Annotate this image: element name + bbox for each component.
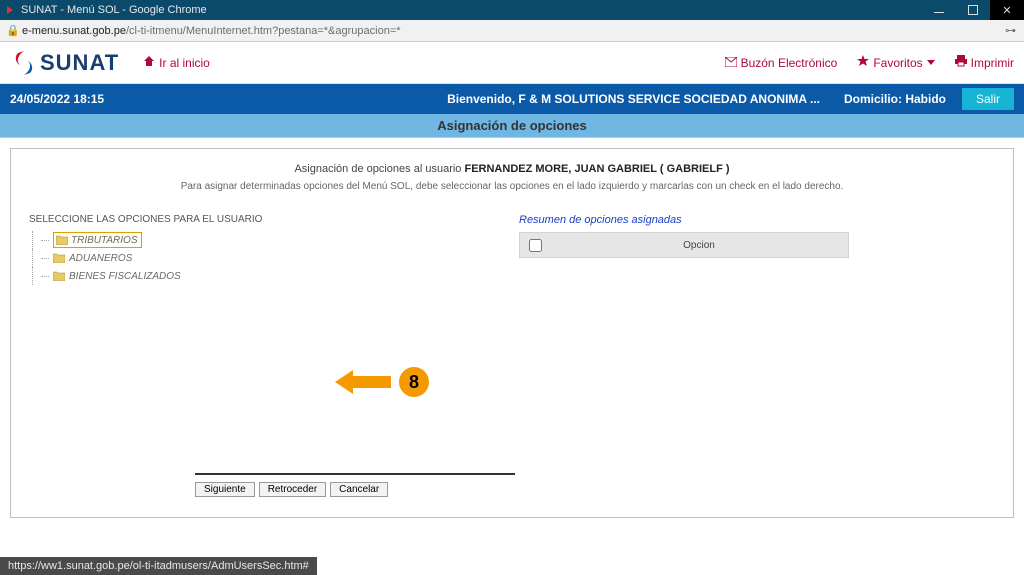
domicilio-status: Domicilio: Habido <box>844 92 946 106</box>
options-table-header: Opcion <box>520 233 848 257</box>
home-link-label: Ir al inicio <box>159 56 210 70</box>
star-icon <box>857 55 869 70</box>
divider <box>195 473 515 475</box>
tree-item-label: TRIBUTARIOS <box>71 235 137 246</box>
printer-icon <box>955 55 967 70</box>
imprimir-link[interactable]: Imprimir <box>955 55 1014 70</box>
assign-subtext: Para asignar determinadas opciones del M… <box>11 181 1013 192</box>
cancelar-button[interactable]: Cancelar <box>330 482 388 497</box>
folder-icon <box>53 253 65 263</box>
tree-item-tributarios[interactable]: TRIBUTARIOS <box>29 231 329 249</box>
salir-button[interactable]: Salir <box>962 88 1014 110</box>
chevron-down-icon <box>927 60 935 65</box>
buzon-label: Buzón Electrónico <box>741 56 838 70</box>
url-path: /cl-ti-itmenu/MenuInternet.htm?pestana=*… <box>126 25 401 37</box>
url-host: e-menu.sunat.gob.pe <box>22 25 126 37</box>
section-title: Asignación de opciones <box>437 118 587 133</box>
step-badge-number: 8 <box>409 372 419 393</box>
options-col-label: Opcion <box>550 240 848 251</box>
tree-item-label: ADUANEROS <box>69 253 132 264</box>
content-frame: Asignación de opciones al usuario FERNAN… <box>10 148 1014 518</box>
tree-item-aduaneros[interactable]: ADUANEROS <box>29 249 329 267</box>
right-column-title: Resumen de opciones asignadas <box>519 214 995 226</box>
welcome-message: Bienvenido, F & M SOLUTIONS SERVICE SOCI… <box>447 92 820 106</box>
window-minimize-button[interactable] <box>922 0 956 20</box>
sunat-logo-text: SUNAT <box>40 50 119 76</box>
assign-user: FERNANDEZ MORE, JUAN GABRIEL ( GABRIELF … <box>464 163 729 175</box>
buzon-link[interactable]: Buzón Electrónico <box>725 56 838 70</box>
imprimir-label: Imprimir <box>971 56 1014 70</box>
app-header: SUNAT Ir al inicio Buzón Electrónico Fav… <box>0 42 1024 84</box>
url-text: e-menu.sunat.gob.pe/cl-ti-itmenu/MenuInt… <box>22 25 1018 37</box>
status-link-preview: https://ww1.sunat.gob.pe/ol-ti-itadmuser… <box>0 557 317 575</box>
favoritos-dropdown[interactable]: Favoritos <box>857 55 934 70</box>
options-tree: TRIBUTARIOS ADUANEROS <box>29 231 329 285</box>
status-url: https://ww1.sunat.gob.pe/ol-ti-itadmuser… <box>8 560 309 572</box>
section-title-bar: Asignación de opciones <box>0 114 1024 138</box>
step-badge: 8 <box>399 367 429 397</box>
annotation-pointer: 8 <box>333 367 429 397</box>
favicon-icon <box>5 5 15 15</box>
session-datetime: 24/05/2022 18:15 <box>10 92 104 106</box>
favoritos-label: Favoritos <box>873 56 922 70</box>
retroceder-button[interactable]: Retroceder <box>259 482 326 497</box>
window-titlebar: SUNAT - Menú SOL - Google Chrome <box>0 0 1024 20</box>
sunat-logo[interactable]: SUNAT <box>10 49 119 77</box>
sunat-logo-icon <box>10 49 38 77</box>
window-title: SUNAT - Menú SOL - Google Chrome <box>21 4 922 16</box>
assign-lead: Asignación de opciones al usuario <box>294 163 461 175</box>
address-bar[interactable]: 🔒 e-menu.sunat.gob.pe/cl-ti-itmenu/MenuI… <box>0 20 1024 42</box>
select-all-checkbox[interactable] <box>529 239 542 252</box>
left-column-title: SELECCIONE LAS OPCIONES PARA EL USUARIO <box>29 214 329 225</box>
arrow-left-icon <box>333 367 391 397</box>
tree-item-label: BIENES FISCALIZADOS <box>69 271 181 282</box>
lock-icon: 🔒 <box>6 24 18 37</box>
key-icon: ⊶ <box>1005 24 1016 37</box>
tree-item-bienes[interactable]: BIENES FISCALIZADOS <box>29 267 329 285</box>
envelope-icon <box>725 56 737 70</box>
options-table: Opcion <box>519 232 849 258</box>
window-close-button[interactable] <box>990 0 1024 20</box>
welcome-bar: 24/05/2022 18:15 Bienvenido, F & M SOLUT… <box>0 84 1024 114</box>
siguiente-button[interactable]: Siguiente <box>195 482 255 497</box>
home-icon <box>143 55 155 70</box>
window-maximize-button[interactable] <box>956 0 990 20</box>
assign-heading: Asignación de opciones al usuario FERNAN… <box>11 163 1013 175</box>
folder-icon <box>53 271 65 281</box>
home-link[interactable]: Ir al inicio <box>143 55 210 70</box>
folder-icon <box>56 235 68 245</box>
